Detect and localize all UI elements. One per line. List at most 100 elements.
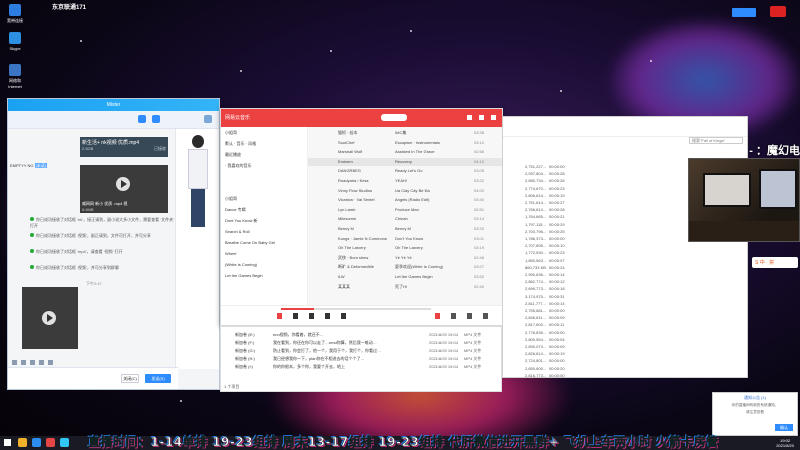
next-icon[interactable] [325, 313, 330, 319]
desktop-icon-skype[interactable]: Skype [4, 32, 26, 51]
track-row[interactable]: Roadyaria / Kess YEAH! 03:22 [308, 177, 502, 185]
desktop-icon-broadband[interactable]: 宽带连接 [4, 4, 26, 24]
file-row[interactable]: 新加卷 (F:) 我在看到，你还在你可以走了…nmd你算，然后我一唯动… 2021/… [221, 339, 501, 346]
music-app-icon[interactable] [46, 438, 55, 447]
explorer-row[interactable]: 2,817,600... 00:00:11 [503, 321, 747, 328]
explorer-row[interactable]: 3,174,975... 00:00:31 [503, 293, 747, 300]
explorer-row[interactable]: 2,830,074... 00:00:09 [503, 343, 747, 350]
track-row[interactable]: Milesomm Chinah 03:14 [308, 215, 502, 223]
windows-start-icon[interactable] [4, 439, 11, 446]
explorer-row[interactable]: 2,846,611... 00:00:09 [503, 314, 747, 321]
play-icon[interactable] [42, 311, 56, 325]
track-row[interactable]: Vicariow · Val Sentel Angels (Radio Edit)… [308, 196, 502, 204]
track-artist: Vicariow · Val Sentel [338, 197, 375, 203]
close-button[interactable]: 关闭(C) [121, 374, 139, 383]
sidebar-item[interactable]: 默认 · 音乐 · 风格 [221, 138, 307, 149]
sidebar-item[interactable]: · 我喜欢的音乐 [221, 160, 307, 171]
explorer-row[interactable]: 2,707,895... 00:00:10 [503, 242, 747, 249]
sidebar-item[interactable]: Wheel [221, 248, 307, 259]
sidebar-item[interactable]: 小姐哥 [221, 127, 307, 138]
volume-icon[interactable] [451, 313, 456, 319]
phone-icon[interactable] [138, 115, 146, 123]
taskbar-clock[interactable]: 19:02 2021/8/20 [776, 438, 794, 448]
explorer-row[interactable]: 2,800,554... 00:00:04 [503, 336, 747, 343]
track-row[interactable]: 断旷 & DeformedMe 夏季欢迎(White Is Coming) 03:2… [308, 263, 502, 271]
browser-icon[interactable] [32, 438, 41, 447]
track-row[interactable]: Oh The Larcery Oh The Larcery 03:19 [308, 244, 502, 252]
track-row[interactable]: Vinny Flow Studios Ua Ciày Cây Bè Đá 04:02 [308, 187, 502, 195]
video-call-icon[interactable] [152, 115, 160, 123]
sidebar-item[interactable]: 最近播放 [221, 149, 307, 160]
lyric-icon[interactable] [435, 313, 440, 319]
sidebar-item[interactable] [221, 171, 307, 182]
explorer-row[interactable]: 2,811,777... 00:00:14 [503, 300, 747, 307]
chat-app-icon[interactable] [60, 438, 69, 447]
file-row[interactable]: 新加卷 (H:) 我已经想我你一下，plan你在不相进去的话个个了… 2021/8/… [221, 355, 501, 362]
scissors-icon[interactable] [21, 360, 26, 365]
stop-icon[interactable] [341, 313, 346, 319]
minimize-icon[interactable] [479, 115, 484, 120]
track-row[interactable]: iLW Let the Games Begin 03:52 [308, 273, 502, 281]
image-icon[interactable] [39, 360, 44, 365]
explorer-row[interactable]: 1,772,530... 00:00:23 [503, 249, 747, 256]
corner-badge[interactable] [732, 8, 756, 17]
sidebar-item[interactable]: Dance 专辑 [221, 204, 307, 215]
search-input[interactable]: 搜索"Fall of Kinga" [689, 137, 743, 144]
explorer-row[interactable]: 2,724,801... 00:00:00 [503, 357, 747, 364]
folder-icon[interactable] [18, 438, 27, 447]
play-pause-icon[interactable] [309, 313, 314, 319]
close-icon[interactable] [770, 6, 786, 17]
track-row[interactable]: 武侠 · Bom shew Yè Yè Yè 02:46 [308, 254, 502, 262]
track-row[interactable]: SoulChef Escapism · Instrumentals 03:12 [308, 139, 502, 147]
progress-bar[interactable] [281, 308, 431, 310]
prev-icon[interactable] [293, 313, 298, 319]
playlist-icon[interactable] [483, 313, 488, 319]
track-row[interactable]: Benny M Benny M 03:33 [308, 225, 502, 233]
track-row[interactable]: 某某某 死了Hi 02:40 [308, 283, 502, 291]
more-icon[interactable] [204, 115, 212, 123]
play-icon[interactable] [116, 177, 130, 191]
ime-toolbar[interactable]: S 中 · 拼 [752, 257, 798, 268]
explorer-row[interactable]: 2,816,773... 00:00:00 [503, 372, 747, 379]
track-row[interactable]: 猫抓 · 若本 IMC集 03:38 [308, 129, 502, 137]
sidebar-item[interactable]: Let the Games Begin [221, 270, 307, 281]
settings-icon[interactable] [467, 115, 472, 120]
folder-icon[interactable] [30, 360, 35, 365]
confirm-button[interactable]: 确认 [775, 424, 793, 431]
explorer-row[interactable]: 2,862,774... 00:00:12 [503, 278, 747, 285]
loop-icon[interactable] [467, 313, 472, 319]
file-message-card[interactable]: 新生活+ nk视频 优质.mp4 2.5GB 已接收 [80, 137, 168, 157]
video-message-card[interactable] [22, 287, 78, 349]
sidebar-item[interactable]: Dont You Know 新 [221, 215, 307, 226]
system-message: 你已成功接收了对话框 ‘mp4’，请查看 ‘视频’ 打开 [30, 249, 175, 255]
sidebar-item[interactable]: 小姐哥 [221, 193, 307, 204]
explorer-row[interactable]: 2,826,614... 00:00:19 [503, 350, 747, 357]
explorer-row[interactable]: 2,650,600... 00:00:20 [503, 365, 747, 372]
history-icon[interactable] [48, 360, 53, 365]
close-icon[interactable] [491, 115, 496, 120]
explorer-row[interactable]: 2,990,636... 00:00:14 [503, 271, 747, 278]
shuffle-icon[interactable] [277, 313, 282, 319]
explorer-row[interactable]: 2,778,835... 00:00:00 [503, 329, 747, 336]
sidebar-item[interactable]: (White Is Coming) [221, 259, 307, 270]
file-row[interactable]: 新加卷 (G:) 防止看到，你会打了，他一个，我用于个，我打个，你看过… 2021/… [221, 347, 501, 354]
explorer-row[interactable]: 2,755,681... 00:00:00 [503, 307, 747, 314]
sidebar-item[interactable]: Search & Roll [221, 226, 307, 237]
track-row[interactable]: Lyn Lamb Produce Man 02:51 [308, 206, 502, 214]
send-button[interactable]: 发送(S) [145, 374, 171, 383]
file-row[interactable]: 新加卷 (E:) nnn视频，你看着，就还不… 2021/8/20 19:04 MP4… [221, 331, 501, 338]
track-row[interactable]: Eminem Recovery 04:10 [308, 157, 502, 166]
avatar[interactable] [381, 114, 407, 121]
sidebar-item[interactable]: Breathe Come On Baby Girl [221, 237, 307, 248]
sidebar-item[interactable] [221, 182, 307, 193]
explorer-row[interactable]: 860,733 KB 00:00:24 [503, 264, 747, 271]
track-row[interactable]: Kungs · Jamie N Commons Don't You Know 03:… [308, 235, 502, 243]
track-row[interactable]: DANGRBEG Ready Let's Go 03:05 [308, 167, 502, 175]
desktop-icon-network[interactable]: 网络和Internet [4, 64, 26, 89]
emoji-icon[interactable] [12, 360, 17, 365]
track-row[interactable]: Marshall Wolf Assisted In The Grave 02:58 [308, 148, 502, 156]
explorer-row[interactable]: 1,850,563... 00:00:07 [503, 257, 747, 264]
explorer-row[interactable]: 2,699,773... 00:00:18 [503, 285, 747, 292]
file-row[interactable]: 新加卷 (I:) 你的你根本，多个你，我要个开去，地上 2021/8/20 19:0… [221, 363, 501, 370]
video-message-card[interactable]: 威网网 新小 优质 .mp4 视 5.6MB [80, 165, 168, 213]
